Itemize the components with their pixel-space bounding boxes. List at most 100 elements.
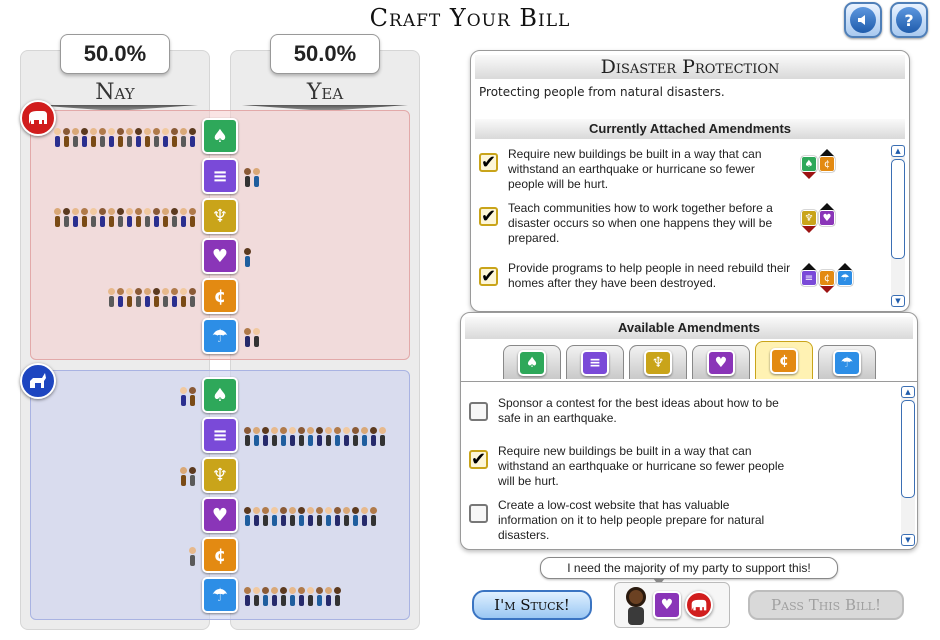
amendment-checkbox[interactable]: ✔: [469, 450, 488, 469]
nay-label: Nay: [20, 80, 210, 105]
voter-figure: [189, 128, 196, 148]
arrow-down-icon: [820, 286, 834, 293]
scroll-up-button[interactable]: ▲: [901, 386, 915, 398]
voter-figure: [162, 288, 169, 308]
voter-figure: [253, 587, 260, 607]
voter-figure: [126, 128, 133, 148]
voter-figure: [135, 128, 142, 148]
scroll-up-button[interactable]: ▲: [891, 145, 905, 157]
amendment-checkbox[interactable]: ✔: [479, 153, 498, 172]
voter-figure: [307, 587, 314, 607]
voter-figure: [126, 288, 133, 308]
amendment-checkbox[interactable]: [469, 504, 488, 523]
scroll-down-button[interactable]: ▼: [891, 295, 905, 307]
pass-bill-button[interactable]: Pass This Bill!: [748, 590, 904, 620]
voter-figure: [189, 387, 196, 407]
nay-voters: [189, 541, 198, 567]
voter-figure: [262, 427, 269, 447]
voter-figure: [72, 208, 79, 228]
voter-figure: [54, 208, 61, 228]
amendment-checkbox[interactable]: ✔: [479, 207, 498, 226]
voter-figure: [117, 128, 124, 148]
purple-handshake-icon: ♥: [819, 210, 835, 226]
purple-handshake-icon: ♥: [202, 238, 238, 274]
voter-figure: [63, 208, 70, 228]
voter-figure: [162, 128, 169, 148]
yea-percent: 50.0%: [270, 34, 380, 74]
amendment-text: Teach communities how to work together b…: [508, 201, 773, 245]
orange-cent-icon: ¢: [202, 278, 238, 314]
scroll-thumb[interactable]: [901, 400, 915, 498]
sound-button[interactable]: [844, 2, 882, 38]
purple-handshake-icon: ♥: [653, 591, 681, 619]
voter-figure: [343, 427, 350, 447]
voter-figure: [316, 427, 323, 447]
voter-figure: [189, 547, 196, 567]
amendment-text: Require new buildings be built in a way …: [498, 444, 785, 488]
orange-cent-icon: ¢: [819, 270, 835, 286]
elephant-icon: [20, 100, 56, 136]
im-stuck-button[interactable]: I'm Stuck!: [472, 590, 592, 620]
voter-figure: [171, 128, 178, 148]
voter-figure: [180, 208, 187, 228]
voter-figure: [108, 208, 115, 228]
voter-figure: [180, 288, 187, 308]
voter-figure: [54, 128, 61, 148]
voter-figure: [189, 288, 196, 308]
voter-figure: [63, 128, 70, 148]
amendment-effects: ♠ ¢: [801, 149, 835, 179]
scroll-thumb[interactable]: [891, 159, 905, 259]
gold-trophy-icon: ♆: [202, 198, 238, 234]
arrow-up-icon: [802, 263, 816, 270]
voter-figure: [262, 587, 269, 607]
tab-blue[interactable]: ☂: [818, 345, 876, 379]
attached-amendment[interactable]: ✔ Provide programs to help people in nee…: [479, 261, 889, 293]
advisor-speech: I need the majority of my party to suppo…: [540, 557, 838, 586]
available-amendment[interactable]: ✔ Require new buildings be built in a wa…: [469, 444, 879, 489]
tab-gold[interactable]: ♆: [629, 345, 687, 379]
attached-scrollbar[interactable]: ▲ ▼: [891, 145, 905, 307]
green-sprout-icon: ♠: [202, 377, 238, 413]
voter-figure: [307, 427, 314, 447]
help-button[interactable]: ?: [890, 2, 928, 38]
voter-figure: [126, 208, 133, 228]
green-sprout-icon: ♠: [202, 118, 238, 154]
attached-amendment[interactable]: ✔ Teach communities how to work together…: [479, 201, 889, 246]
purple-handshake-icon: ♥: [707, 349, 735, 376]
tab-green[interactable]: ♠: [503, 345, 561, 379]
voter-figure: [280, 427, 287, 447]
arrow-up-icon: [838, 263, 852, 270]
voter-figure: [144, 288, 151, 308]
blue-umbrella-icon: ☂: [833, 349, 861, 376]
tab-orange[interactable]: ¢: [755, 341, 813, 379]
scroll-down-button[interactable]: ▼: [901, 534, 915, 546]
voter-figure: [180, 387, 187, 407]
voter-figure: [244, 168, 251, 188]
amendment-checkbox[interactable]: ✔: [479, 267, 498, 286]
attached-amendment[interactable]: ✔ Require new buildings be built in a wa…: [479, 147, 889, 192]
purple-bars-icon: ≡: [801, 270, 817, 286]
tab-purple-bars[interactable]: ≡: [566, 345, 624, 379]
amendment-checkbox[interactable]: [469, 402, 488, 421]
purple-bars-icon: ≡: [202, 417, 238, 453]
yea-voters: [244, 581, 343, 607]
green-sprout-icon: ♠: [518, 349, 546, 376]
voter-figure: [343, 507, 350, 527]
voter-figure: [180, 128, 187, 148]
voter-figure: [171, 288, 178, 308]
blue-umbrella-icon: ☂: [837, 270, 853, 286]
voter-figure: [271, 427, 278, 447]
voter-figure: [244, 507, 251, 527]
gold-trophy-icon: ♆: [202, 457, 238, 493]
available-scrollbar[interactable]: ▲ ▼: [901, 386, 915, 546]
arrow-down-icon: [802, 226, 816, 233]
checkmark-icon: ✔: [470, 448, 487, 470]
voter-figure: [153, 288, 160, 308]
voter-figure: [289, 427, 296, 447]
arrow-down-icon: [802, 172, 816, 179]
voter-figure: [361, 507, 368, 527]
available-amendment[interactable]: Create a low-cost website that has valua…: [469, 498, 879, 543]
voter-figure: [352, 427, 359, 447]
tab-purple-handshake[interactable]: ♥: [692, 345, 750, 379]
available-amendment[interactable]: Sponsor a contest for the best ideas abo…: [469, 396, 879, 426]
